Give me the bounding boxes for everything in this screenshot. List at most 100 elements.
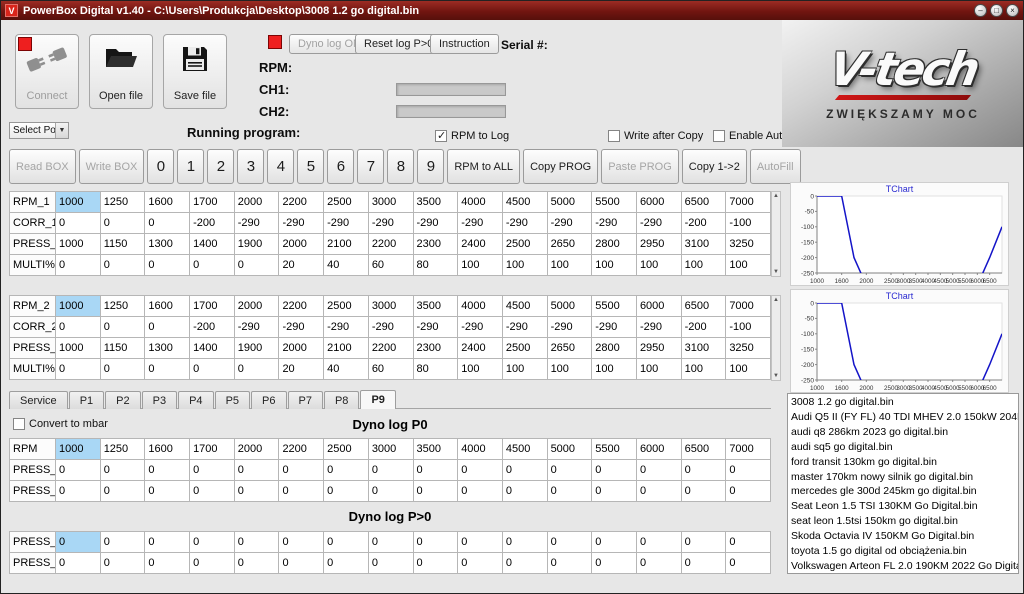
grid-cell[interactable]: 0 [592, 532, 637, 553]
file-item[interactable]: seat leon 1.5tsi 150km go digital.bin [788, 514, 1018, 529]
grid-cell[interactable]: 5000 [547, 439, 592, 460]
grid-cell[interactable]: 6500 [681, 296, 726, 317]
grid-cell[interactable]: 4000 [458, 192, 503, 213]
grid-cell[interactable]: 6000 [636, 192, 681, 213]
grid-cell[interactable]: 1600 [145, 296, 190, 317]
grid-cell[interactable]: 4000 [458, 296, 503, 317]
grid-cell[interactable]: 100 [592, 255, 637, 276]
digit-1-button[interactable]: 1 [177, 149, 204, 184]
grid-cell[interactable]: 0 [502, 532, 547, 553]
grid-cell[interactable]: -290 [636, 317, 681, 338]
grid-cell[interactable]: 0 [100, 317, 145, 338]
table1-scrollbar[interactable]: ▲ ▼ [771, 191, 781, 277]
grid-cell[interactable]: 0 [234, 255, 279, 276]
scroll-up-icon[interactable]: ▲ [773, 193, 779, 199]
checkbox-rpm-to-log[interactable]: RPM to Log [435, 130, 509, 142]
tab-p3[interactable]: P3 [142, 391, 177, 409]
rpm-to-all-button[interactable]: RPM to ALL [447, 149, 520, 184]
grid-cell[interactable]: -200 [681, 317, 726, 338]
grid-cell[interactable]: 2500 [324, 439, 369, 460]
grid-cell[interactable]: 5000 [547, 192, 592, 213]
tab-service[interactable]: Service [9, 391, 68, 409]
grid-cell[interactable]: 2500 [502, 234, 547, 255]
grid-cell[interactable]: 0 [190, 359, 235, 380]
grid-cell[interactable]: 2000 [279, 338, 324, 359]
grid-cell[interactable]: 0 [56, 532, 101, 553]
grid-cell[interactable]: 0 [56, 481, 101, 502]
grid-cell[interactable]: 2400 [458, 338, 503, 359]
grid-cell[interactable]: 0 [234, 481, 279, 502]
grid-cell[interactable]: 0 [636, 553, 681, 574]
grid-cell[interactable]: 0 [368, 460, 413, 481]
grid-cell[interactable]: 4500 [502, 296, 547, 317]
grid-cell[interactable]: 1900 [234, 234, 279, 255]
grid-cell[interactable]: 0 [413, 553, 458, 574]
grid-cell[interactable]: 2300 [413, 338, 458, 359]
grid-cell[interactable]: 3250 [726, 234, 771, 255]
grid-cell[interactable]: 0 [145, 317, 190, 338]
grid-cell[interactable]: 1900 [234, 338, 279, 359]
grid-cell[interactable]: 0 [368, 481, 413, 502]
grid-cell[interactable]: 0 [681, 553, 726, 574]
grid-cell[interactable]: 0 [100, 255, 145, 276]
grid-cell[interactable]: 2000 [234, 439, 279, 460]
file-item[interactable]: toyota 1.5 go digital od obciążenia.bin [788, 544, 1018, 559]
grid-cell[interactable]: 20 [279, 359, 324, 380]
grid-cell[interactable]: 0 [502, 460, 547, 481]
grid-cell[interactable]: 2300 [413, 234, 458, 255]
grid-cell[interactable]: 0 [145, 532, 190, 553]
digit-8-button[interactable]: 8 [387, 149, 414, 184]
tab-p6[interactable]: P6 [251, 391, 286, 409]
grid-cell[interactable]: 3100 [681, 338, 726, 359]
save-file-button[interactable]: Save file [163, 34, 227, 109]
grid-cell[interactable]: 0 [145, 359, 190, 380]
digit-4-button[interactable]: 4 [267, 149, 294, 184]
grid-cell[interactable]: 2500 [502, 338, 547, 359]
grid-cell[interactable]: -200 [681, 213, 726, 234]
grid-cell[interactable]: -290 [234, 317, 279, 338]
grid-cell[interactable]: 0 [100, 460, 145, 481]
file-item[interactable]: 3008 1.2 go digital.bin [788, 395, 1018, 410]
grid-cell[interactable]: 1000 [56, 338, 101, 359]
table2-scrollbar[interactable]: ▲ ▼ [771, 295, 781, 381]
grid-cell[interactable]: 0 [413, 481, 458, 502]
grid-cell[interactable]: 1700 [190, 192, 235, 213]
grid-cell[interactable]: 2800 [592, 338, 637, 359]
grid-cell[interactable]: -290 [324, 213, 369, 234]
grid-cell[interactable]: 2200 [368, 234, 413, 255]
grid-cell[interactable]: 1400 [190, 234, 235, 255]
grid-cell[interactable]: 0 [324, 553, 369, 574]
grid-cell[interactable]: 0 [190, 553, 235, 574]
grid-cell[interactable]: 0 [56, 553, 101, 574]
grid-cell[interactable]: 100 [681, 255, 726, 276]
tab-p5[interactable]: P5 [215, 391, 250, 409]
grid-cell[interactable]: 0 [458, 532, 503, 553]
grid-cell[interactable]: 0 [56, 359, 101, 380]
tab-p4[interactable]: P4 [178, 391, 213, 409]
close-icon[interactable]: × [1006, 4, 1019, 17]
grid-cell[interactable]: 3500 [413, 296, 458, 317]
grid-cell[interactable]: 1700 [190, 439, 235, 460]
grid-cell[interactable]: 100 [681, 359, 726, 380]
grid-cell[interactable]: 1250 [100, 192, 145, 213]
file-item[interactable]: Audi Q5 II (FY FL) 40 TDI MHEV 2.0 150kW… [788, 410, 1018, 425]
grid-cell[interactable]: 20 [279, 255, 324, 276]
grid-cell[interactable]: 2200 [279, 296, 324, 317]
grid-cell[interactable]: 80 [413, 255, 458, 276]
tab-p2[interactable]: P2 [105, 391, 140, 409]
instruction-button[interactable]: Instruction [430, 34, 499, 54]
grid-cell[interactable]: 0 [324, 532, 369, 553]
grid-cell[interactable]: 1000 [56, 234, 101, 255]
grid-cell[interactable]: 100 [547, 255, 592, 276]
grid-cell[interactable]: 0 [681, 481, 726, 502]
grid-cell[interactable]: 0 [279, 460, 324, 481]
copy-prog-button[interactable]: Copy PROG [523, 149, 598, 184]
grid-cell[interactable]: -290 [547, 317, 592, 338]
grid-cell[interactable]: 0 [681, 460, 726, 481]
tab-p7[interactable]: P7 [288, 391, 323, 409]
grid-cell[interactable]: 0 [458, 481, 503, 502]
grid-cell[interactable]: 5500 [592, 439, 637, 460]
grid-cell[interactable]: -290 [413, 213, 458, 234]
grid-cell[interactable]: 0 [100, 213, 145, 234]
file-item[interactable]: Skoda Octavia IV 150KM Go Digital.bin [788, 529, 1018, 544]
